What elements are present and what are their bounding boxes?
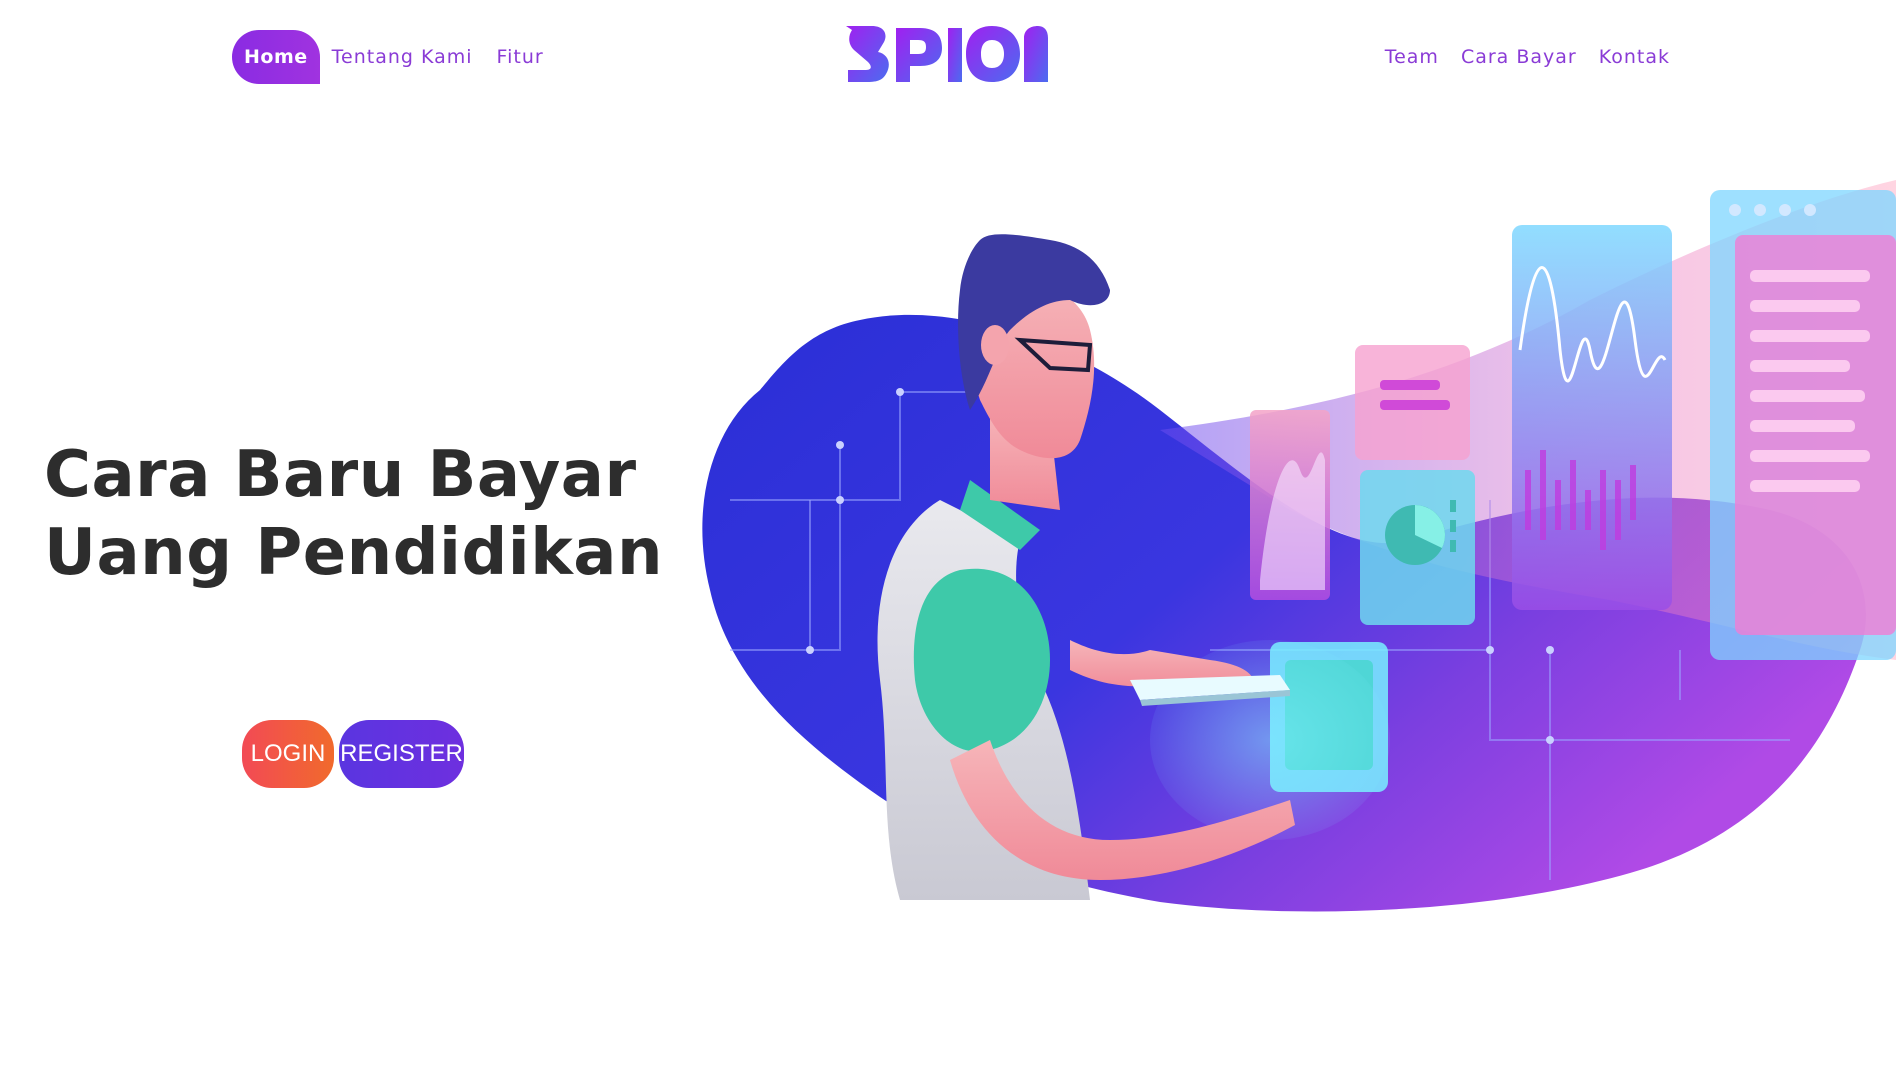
register-button[interactable]: REGISTER <box>339 720 464 788</box>
nav-left: Home Tentang Kami Fitur <box>232 30 546 84</box>
landing-page: Home Tentang Kami Fitur Team Cara Bayar … <box>0 0 1896 1080</box>
spion-logo[interactable] <box>844 24 1049 84</box>
hero-title: Cara Baru Bayar Uang Pendidikan <box>44 436 684 592</box>
nav-right: Team Cara Bayar Kontak <box>1383 30 1672 84</box>
login-button[interactable]: LOGIN <box>242 720 334 788</box>
nav-fitur[interactable]: Fitur <box>495 46 546 68</box>
nav-home[interactable]: Home <box>232 30 320 84</box>
nav-team[interactable]: Team <box>1383 46 1441 68</box>
hero-title-line-1: Cara Baru Bayar <box>44 438 637 512</box>
nav-cara-bayar[interactable]: Cara Bayar <box>1459 46 1579 68</box>
hero-title-line-2: Uang Pendidikan <box>44 516 663 590</box>
nav-kontak[interactable]: Kontak <box>1597 46 1672 68</box>
hero-illustration <box>702 180 1896 912</box>
nav-tentang-kami[interactable]: Tentang Kami <box>330 46 475 68</box>
